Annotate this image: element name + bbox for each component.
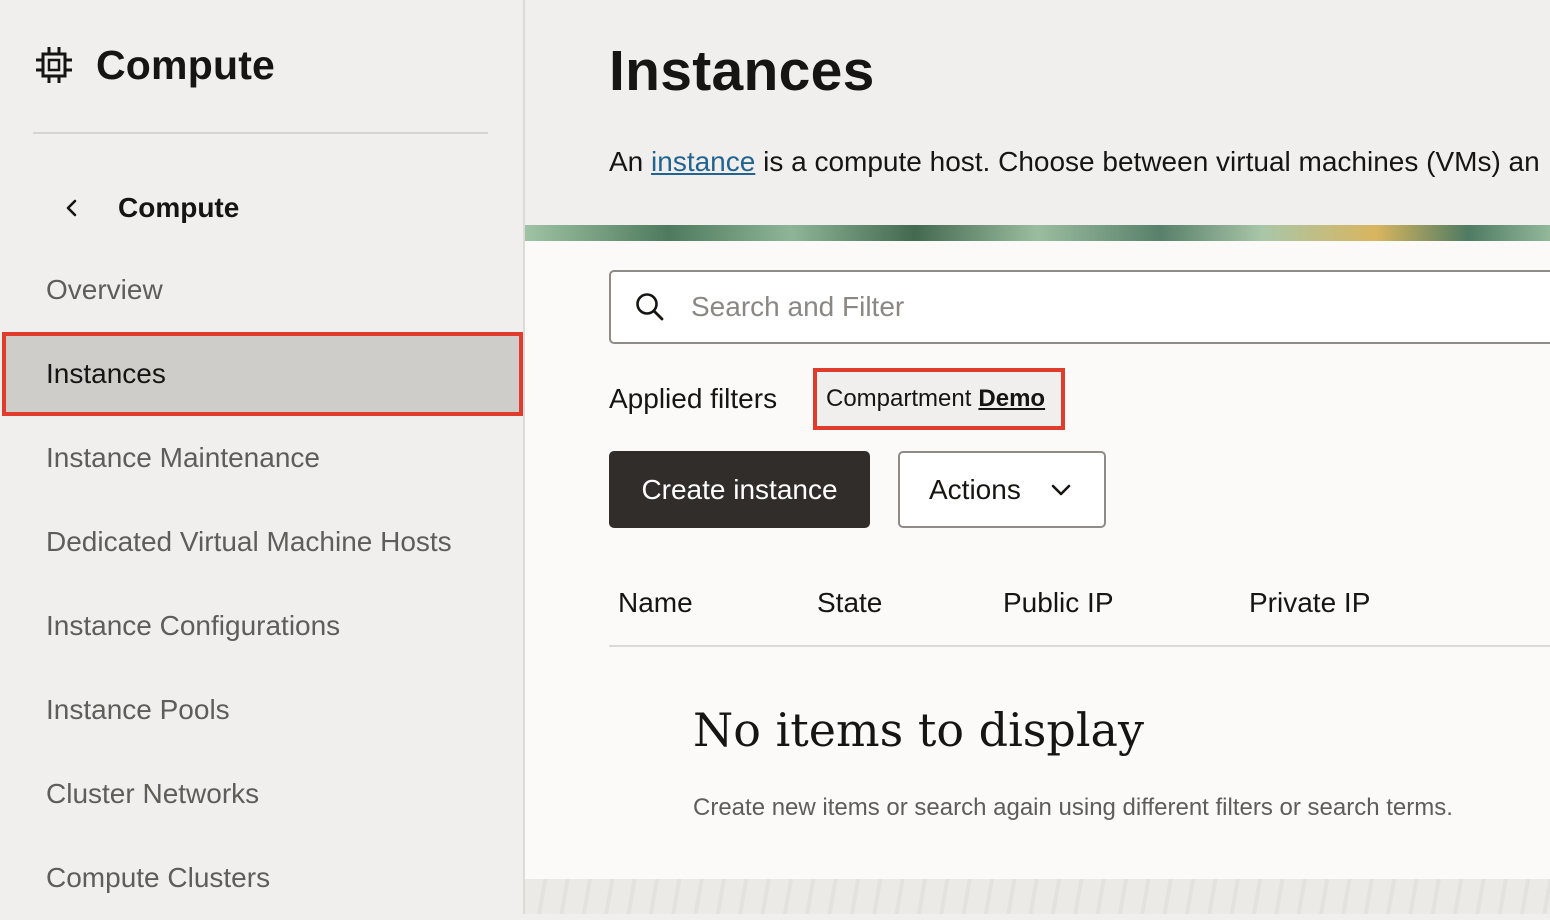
empty-state-subtitle: Create new items or search again using d… [693, 794, 1453, 821]
main-content: Instances An instance is a compute host.… [525, 0, 1550, 914]
instance-docs-link[interactable]: instance [651, 146, 755, 177]
column-header-name[interactable]: Name [618, 587, 693, 619]
search-icon [636, 293, 664, 321]
page-title: Instances [609, 39, 875, 103]
sidebar-title: Compute [96, 41, 276, 88]
column-header-private-ip[interactable]: Private IP [1249, 587, 1370, 619]
compartment-filter-chip[interactable]: Compartment Demo [813, 368, 1065, 430]
intro-suffix: is a compute host. Choose between virtua… [763, 146, 1540, 177]
chip-icon [36, 47, 72, 83]
sidebar-item-cluster-networks[interactable]: Cluster Networks [0, 752, 523, 836]
column-header-state[interactable]: State [817, 587, 882, 619]
page-intro: An instance is a compute host. Choose be… [609, 146, 1540, 178]
sidebar-item-overview[interactable]: Overview [0, 248, 523, 332]
decorative-footer [525, 879, 1550, 914]
empty-state-title: No items to display [693, 703, 1144, 757]
sidebar-item-dedicated-vm-hosts[interactable]: Dedicated Virtual Machine Hosts [0, 500, 523, 584]
sidebar-item-instance-pools[interactable]: Instance Pools [0, 668, 523, 752]
sidebar-item-instances[interactable]: Instances [2, 332, 523, 416]
actions-label: Actions [929, 473, 1021, 505]
filter-value-link[interactable]: Demo [978, 385, 1045, 413]
decorative-banner [525, 225, 1550, 241]
sidebar-divider [33, 132, 488, 134]
intro-prefix: An [609, 146, 644, 177]
search-box[interactable] [609, 270, 1550, 344]
back-to-compute-link[interactable]: Compute [58, 186, 239, 230]
back-label: Compute [118, 192, 240, 223]
chevron-down-icon [1051, 484, 1071, 495]
sidebar: Compute Compute Overview Instances Insta… [0, 0, 525, 914]
table-header: Name State Public IP Private IP [609, 571, 1550, 647]
create-instance-button[interactable]: Create instance [609, 451, 870, 528]
sidebar-item-compute-clusters[interactable]: Compute Clusters [0, 836, 523, 920]
search-input[interactable] [689, 290, 1493, 324]
sidebar-brand: Compute [34, 38, 275, 92]
filter-key: Compartment [826, 385, 972, 412]
actions-dropdown-button[interactable]: Actions [898, 451, 1106, 528]
instances-panel: Applied filters Compartment Demo Create … [525, 241, 1550, 879]
applied-filters-label: Applied filters [609, 383, 778, 414]
chevron-left-icon [66, 199, 77, 217]
sidebar-item-instance-maintenance[interactable]: Instance Maintenance [0, 416, 523, 500]
sidebar-item-instance-configurations[interactable]: Instance Configurations [0, 584, 523, 668]
sidebar-nav: Overview Instances Instance Maintenance … [0, 248, 523, 920]
column-header-public-ip[interactable]: Public IP [1003, 587, 1114, 619]
